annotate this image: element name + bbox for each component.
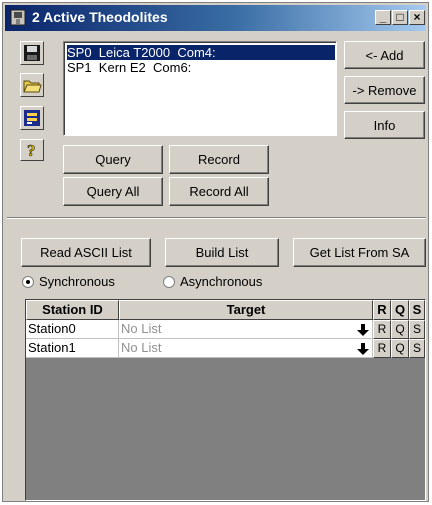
record-row-button[interactable]: R [373, 320, 391, 339]
title-bar[interactable]: 2 Active Theodolites _ □ × [5, 5, 426, 31]
column-header-q[interactable]: Q [391, 300, 409, 320]
window-title: 2 Active Theodolites [32, 9, 168, 25]
station-id-cell[interactable]: Station0 [26, 320, 119, 339]
database-icon [24, 110, 40, 126]
info-button[interactable]: Info [344, 111, 425, 139]
remove-button[interactable]: -> Remove [344, 76, 425, 104]
add-button[interactable]: <- Add [344, 41, 425, 69]
maximize-button[interactable]: □ [392, 10, 408, 25]
dropdown-arrow-icon[interactable] [356, 342, 370, 356]
save-button[interactable] [20, 41, 44, 65]
record-row-button[interactable]: R [373, 339, 391, 358]
record-all-button[interactable]: Record All [169, 177, 269, 206]
target-cell[interactable]: No List [119, 320, 373, 339]
synchronous-radio[interactable]: Synchronous [22, 274, 115, 289]
theodolite-app-icon [10, 9, 26, 26]
synchronous-label: Synchronous [39, 274, 115, 289]
open-button[interactable] [20, 73, 44, 97]
database-button[interactable] [20, 106, 44, 130]
query-all-button[interactable]: Query All [63, 177, 163, 206]
get-list-from-sa-button[interactable]: Get List From SA [293, 238, 426, 267]
instrument-list[interactable]: SP0 Leica T2000 Com4: SP1 Kern E2 Com6: [63, 41, 337, 136]
record-button[interactable]: Record [169, 145, 269, 174]
open-folder-icon [23, 80, 42, 93]
query-row-button[interactable]: Q [391, 339, 409, 358]
build-list-button[interactable]: Build List [165, 238, 279, 267]
station-id-cell[interactable]: Station1 [26, 339, 119, 358]
main-window: 2 Active Theodolites _ □ × ? SP0 Leica T… [2, 2, 429, 502]
s-row-button[interactable]: S [409, 339, 425, 358]
read-ascii-list-button[interactable]: Read ASCII List [21, 238, 151, 267]
help-icon: ? [27, 141, 36, 161]
section-divider [7, 217, 426, 219]
column-header-target[interactable]: Target [119, 300, 373, 320]
instrument-item[interactable]: SP1 Kern E2 Com6: [67, 60, 335, 75]
dropdown-arrow-icon[interactable] [356, 323, 370, 337]
radio-unselected-icon [163, 275, 175, 288]
asynchronous-radio[interactable]: Asynchronous [163, 274, 262, 289]
asynchronous-label: Asynchronous [180, 274, 263, 289]
minimize-button[interactable]: _ [375, 10, 391, 25]
station-grid[interactable]: Station ID Target R Q S Station0 No List… [25, 299, 426, 501]
radio-selected-icon [22, 275, 34, 288]
column-header-r[interactable]: R [373, 300, 391, 320]
column-header-s[interactable]: S [409, 300, 425, 320]
svg-text:?: ? [27, 141, 36, 160]
target-cell[interactable]: No List [119, 339, 373, 358]
s-row-button[interactable]: S [409, 320, 425, 339]
help-button[interactable]: ? [20, 139, 44, 161]
query-row-button[interactable]: Q [391, 320, 409, 339]
query-button[interactable]: Query [63, 145, 163, 174]
column-header-station-id[interactable]: Station ID [26, 300, 119, 320]
save-icon [24, 45, 40, 61]
close-button[interactable]: × [409, 10, 425, 25]
instrument-item[interactable]: SP0 Leica T2000 Com4: [67, 45, 335, 60]
